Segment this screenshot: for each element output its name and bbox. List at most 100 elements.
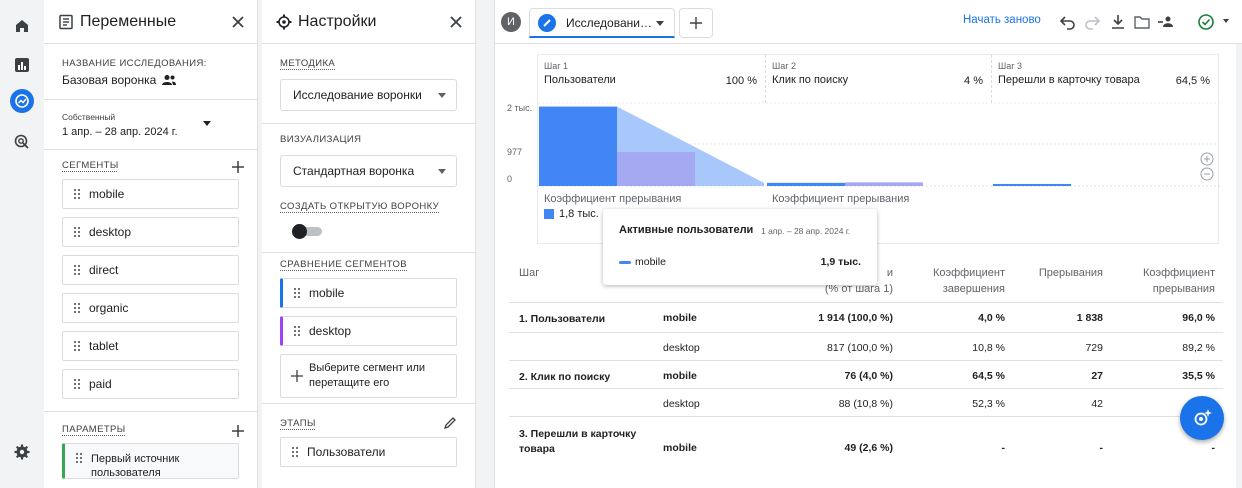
undo-icon[interactable] [1059,13,1077,31]
cell-segment: mobile [663,312,697,324]
folder-icon[interactable] [1133,13,1151,31]
explore-icon[interactable] [10,89,34,113]
share-users-icon[interactable] [1157,13,1175,31]
drag-handle-icon[interactable] [73,226,81,238]
advertising-icon[interactable] [10,130,34,154]
open-funnel-toggle[interactable] [292,224,324,239]
edit-pencil-icon[interactable] [443,416,457,430]
drag-handle-icon[interactable] [73,378,81,390]
settings-header: Настройки [262,0,475,44]
steps-section: ЭТАПЫ Пользователи [262,404,475,484]
close-icon[interactable] [447,13,465,31]
params-label: ПАРАМЕТРЫ [62,424,126,435]
tabs-toolbar: И Исследовани… Начать заново [495,0,1242,44]
drag-handle-icon[interactable] [293,325,301,337]
cell-completion: - [1001,442,1006,454]
settings-panel: Настройки МЕТОДИКА Исследование воронки … [262,0,476,488]
date-range-section[interactable]: Собственный 1 апр. – 28 апр. 2024 г. [44,100,257,150]
step-chip[interactable]: Пользователи [280,437,457,467]
chevron-down-icon[interactable] [656,21,664,26]
cell-completion: 10,8 % [972,342,1005,354]
segments-section: СЕГМЕНТЫ mobile desktop direct organic table… [44,150,257,412]
insights-fab-button[interactable] [1180,396,1224,440]
nav-rail [0,0,44,488]
add-tab-button[interactable] [679,8,713,38]
cell-completion: 64,5 % [972,370,1005,382]
funnel-tab-icon [538,13,556,32]
drag-handle-icon[interactable] [73,188,81,200]
date-caption: Собственный [62,112,116,122]
tooltip-series-swatch [619,261,631,264]
segment-chip[interactable]: organic [62,293,239,323]
segment-chip[interactable]: paid [62,369,239,399]
y-tick-max: 2 тыс. [507,103,533,113]
cell-step: 3. Перешли в карточку товара [519,428,637,455]
cell-segment: desktop [663,398,700,410]
y-tick-mid: 977 [507,147,523,157]
technique-section: МЕТОДИКА Исследование воронки [262,44,475,124]
drag-handle-icon[interactable] [73,340,81,352]
reports-icon[interactable] [10,53,34,77]
compare-segment-mobile[interactable]: mobile [280,278,457,308]
visualization-select[interactable]: Стандартная воронка [280,155,457,187]
segment-chip[interactable]: tablet [62,331,239,361]
avatar[interactable]: И [501,12,521,32]
zoom-out-icon[interactable] [1200,167,1214,181]
bar-desktop[interactable] [845,182,923,186]
bar-mobile[interactable] [767,182,845,186]
technique-select[interactable]: Исследование воронки [280,79,457,111]
people-icon [162,75,177,85]
exploration-name-section: НАЗВАНИЕ ИССЛЕДОВАНИЯ: Базовая воронка [44,44,257,100]
cell-dropoff-rate: 35,5 % [1182,370,1215,382]
col-completion: Коэффициент завершения [932,267,1005,295]
params-section: ПАРАМЕТРЫ Первый источник пользователя [44,412,257,488]
add-compare-segment[interactable]: Выберите сегмент или перетащите его [280,354,457,398]
bar-mobile[interactable] [539,106,617,186]
technique-label: МЕТОДИКА [280,58,336,69]
compare-segment-desktop[interactable]: desktop [280,316,457,346]
segment-chip[interactable]: desktop [62,217,239,247]
variables-icon [59,14,73,29]
steps-label: ЭТАПЫ [280,418,316,429]
drag-handle-icon[interactable] [293,287,301,299]
tab-exploration[interactable]: Исследовани… [529,8,675,38]
settings-title: Настройки [298,12,377,30]
close-icon[interactable] [229,13,247,31]
dropoff-value-1: 1,8 тыс. [544,208,599,220]
add-param-icon[interactable] [231,424,245,438]
scrollbar[interactable] [1236,44,1242,488]
download-icon[interactable] [1109,13,1127,31]
bar-mobile[interactable] [993,183,1071,186]
drag-handle-icon[interactable] [73,302,81,314]
tooltip-series-value: 1,9 тыс. [820,256,861,268]
chevron-down-icon[interactable] [1223,19,1229,23]
drag-handle-icon[interactable] [291,446,299,458]
segment-chip[interactable]: mobile [62,179,239,209]
add-segment-icon[interactable] [231,160,245,174]
drag-handle-icon[interactable] [75,452,83,464]
cell-users: 49 (2,6 %) [844,442,893,454]
bar-desktop[interactable] [617,152,695,186]
compare-segments-section: СРАВНЕНИЕ СЕГМЕНТОВ mobile desktop Выбер… [262,252,475,404]
param-chip[interactable]: Первый источник пользователя [62,443,239,479]
home-icon[interactable] [10,14,34,38]
variables-panel: Переменные НАЗВАНИЕ ИССЛЕДОВАНИЯ: Базова… [44,0,258,488]
date-range-value: 1 апр. – 28 апр. 2024 г. [62,126,178,138]
cell-completion: 4,0 % [978,312,1005,324]
check-circle-icon[interactable] [1197,13,1215,31]
cell-users: 1 914 (100,0 %) [818,312,893,324]
tooltip-series-name: mobile [635,256,666,268]
drag-handle-icon[interactable] [73,264,81,276]
table-row: 3. Перешли в карточку товара mobile 49 (2,… [509,416,1223,460]
cell-dropoffs: - [1099,442,1104,454]
segment-chip[interactable]: direct [62,255,239,285]
cell-step: 1. Пользователи [519,313,606,325]
restart-link[interactable]: Начать заново [963,14,1041,26]
exploration-name-value[interactable]: Базовая воронка [62,73,239,87]
col-step: Шаг [519,267,540,279]
zoom-in-icon[interactable] [1200,152,1214,166]
col-dropoffs: Прерывания [1038,267,1103,279]
settings-gear-icon[interactable] [10,440,34,464]
redo-icon[interactable] [1083,13,1101,31]
legend-swatch [544,209,554,219]
